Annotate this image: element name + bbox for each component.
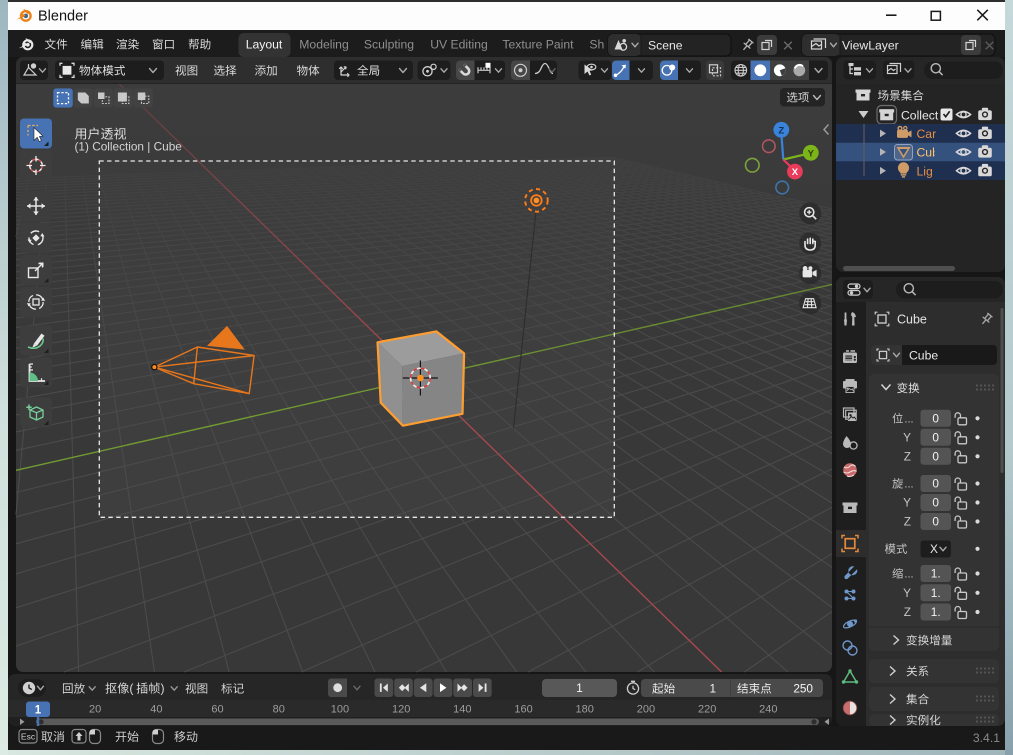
svg-text:Blender: Blender bbox=[38, 9, 88, 25]
svg-text:Cube: Cube bbox=[909, 349, 938, 363]
svg-text:Esc: Esc bbox=[21, 732, 36, 742]
svg-text:220: 220 bbox=[698, 703, 716, 715]
svg-text:Cube: Cube bbox=[897, 313, 927, 327]
svg-text:...: ... bbox=[904, 479, 913, 491]
svg-text:0: 0 bbox=[932, 515, 939, 529]
svg-text:(1) Collection | Cube: (1) Collection | Cube bbox=[75, 140, 183, 154]
svg-text:Sculpting: Sculpting bbox=[364, 37, 414, 51]
svg-text:0: 0 bbox=[932, 477, 939, 491]
svg-text:3.4.1: 3.4.1 bbox=[973, 731, 1000, 745]
svg-text:Modeling: Modeling bbox=[299, 37, 348, 51]
svg-text:100: 100 bbox=[331, 703, 349, 715]
svg-text:X: X bbox=[930, 542, 938, 556]
svg-text:Y: Y bbox=[808, 148, 815, 159]
svg-text:1: 1 bbox=[709, 681, 716, 695]
svg-text:...: ... bbox=[904, 414, 913, 426]
svg-text:Z: Z bbox=[904, 605, 911, 619]
svg-text:1: 1 bbox=[35, 704, 42, 716]
svg-text:0: 0 bbox=[932, 412, 939, 426]
svg-text:40: 40 bbox=[150, 703, 162, 715]
svg-text:Y: Y bbox=[903, 586, 911, 600]
svg-text:Collect: Collect bbox=[901, 108, 939, 122]
svg-text:UV Editing: UV Editing bbox=[430, 37, 488, 51]
svg-text:200: 200 bbox=[637, 703, 655, 715]
svg-text:1.: 1. bbox=[931, 605, 941, 619]
svg-text:20: 20 bbox=[89, 703, 101, 715]
svg-text:0: 0 bbox=[932, 450, 939, 464]
svg-text:Z: Z bbox=[904, 515, 911, 529]
svg-text:120: 120 bbox=[392, 703, 410, 715]
svg-text:): ) bbox=[161, 682, 165, 696]
svg-text:Z: Z bbox=[778, 125, 784, 136]
svg-text:240: 240 bbox=[759, 703, 777, 715]
svg-text:140: 140 bbox=[453, 703, 471, 715]
svg-text:1: 1 bbox=[576, 681, 583, 695]
svg-text:Scene: Scene bbox=[648, 38, 683, 52]
svg-text:Z: Z bbox=[904, 450, 911, 464]
svg-text:0: 0 bbox=[932, 431, 939, 445]
svg-text:Lig: Lig bbox=[917, 164, 933, 178]
svg-text:X: X bbox=[792, 167, 799, 178]
svg-text:ViewLayer: ViewLayer bbox=[842, 38, 899, 52]
svg-text:1.: 1. bbox=[931, 586, 941, 600]
svg-text:Sh: Sh bbox=[589, 37, 604, 51]
svg-text:Layout: Layout bbox=[246, 37, 283, 51]
svg-text:Y: Y bbox=[903, 431, 911, 445]
svg-text:80: 80 bbox=[273, 703, 285, 715]
svg-text:160: 160 bbox=[514, 703, 532, 715]
svg-text:1.: 1. bbox=[931, 567, 941, 581]
svg-text:Car: Car bbox=[917, 127, 937, 141]
svg-text:Y: Y bbox=[903, 496, 911, 510]
svg-text:180: 180 bbox=[576, 703, 594, 715]
svg-text:60: 60 bbox=[211, 703, 223, 715]
svg-text:0: 0 bbox=[932, 496, 939, 510]
svg-text:(: ( bbox=[129, 682, 133, 696]
svg-text:Texture Paint: Texture Paint bbox=[502, 37, 574, 51]
svg-text:...: ... bbox=[904, 569, 913, 581]
svg-text:250: 250 bbox=[793, 681, 813, 695]
